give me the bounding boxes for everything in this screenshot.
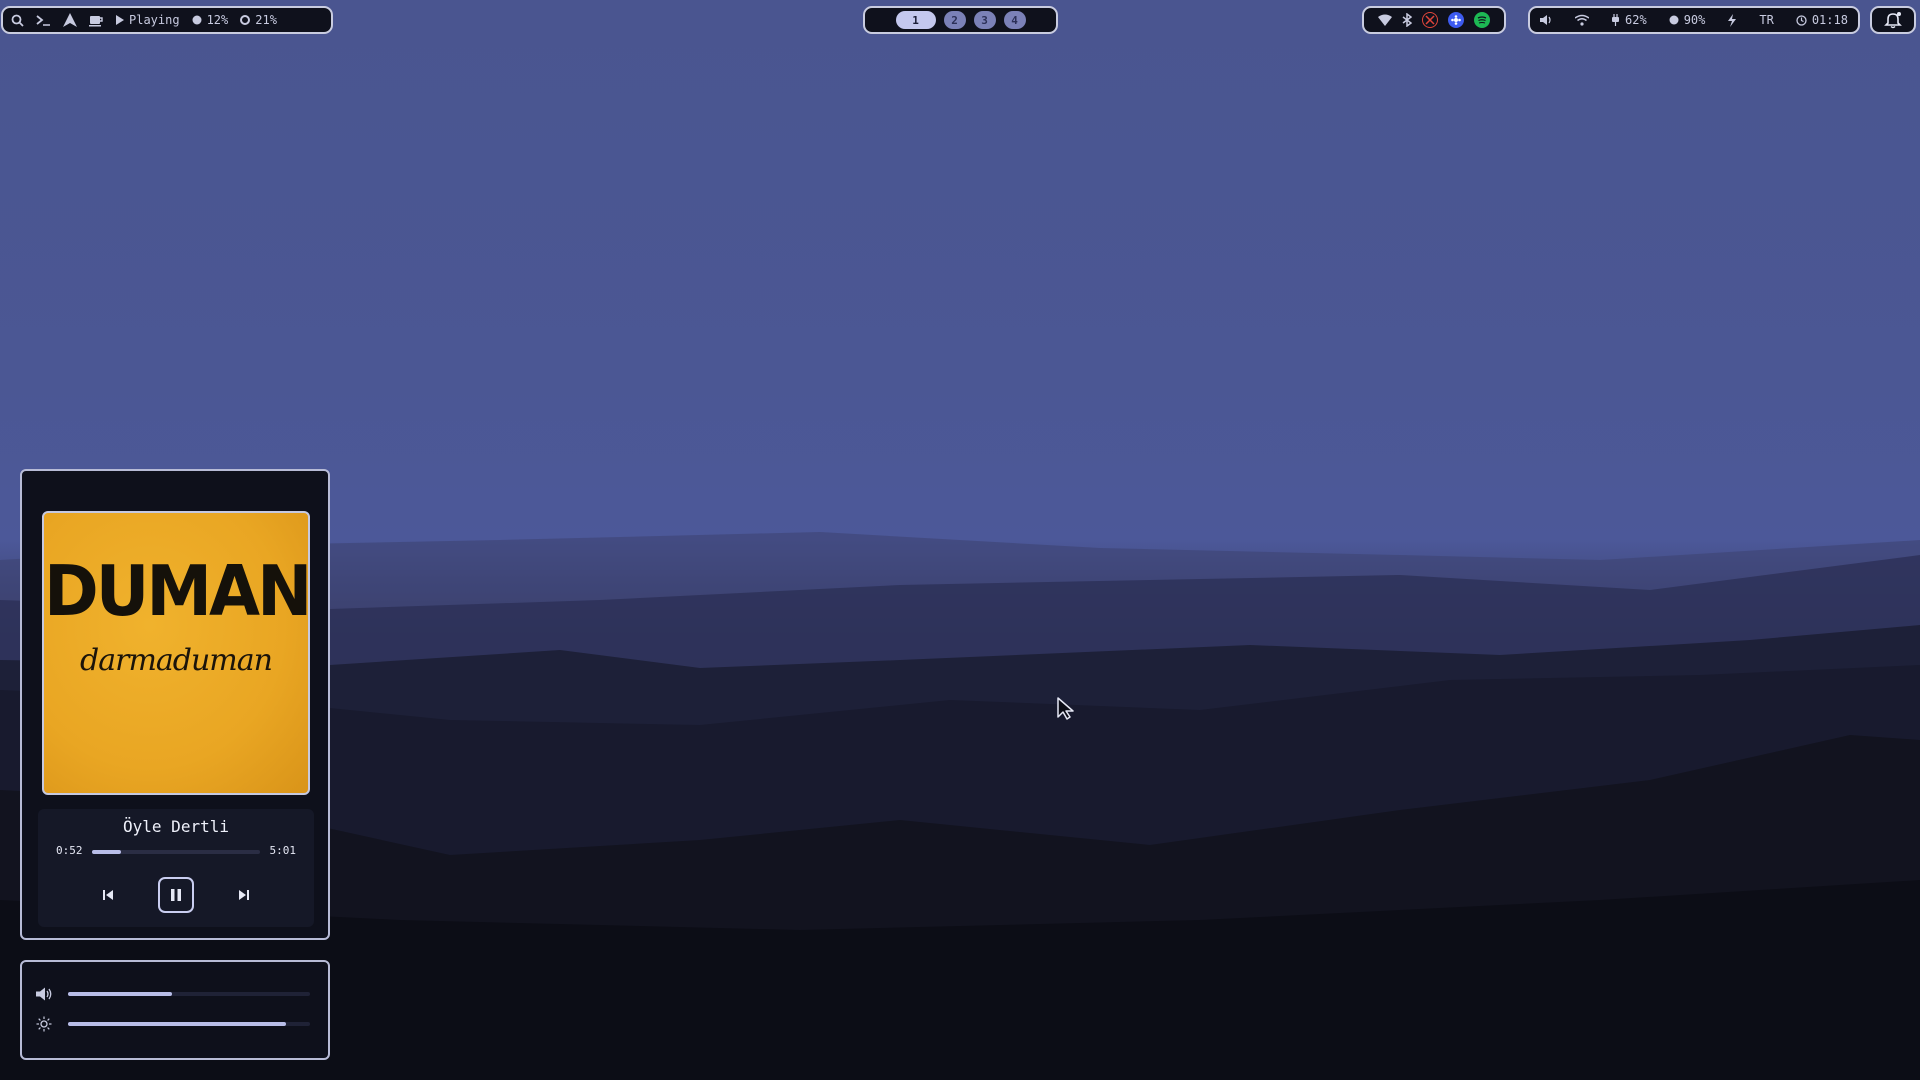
desktop: Playing 12% 21% 1 2 3 4 62% 90% TR 01:18… <box>0 0 1920 1080</box>
workspace-switcher: 1 2 3 4 <box>863 6 1058 34</box>
clock-time: 01:18 <box>1811 13 1848 27</box>
previous-button[interactable] <box>90 877 126 913</box>
sun-icon <box>36 1016 52 1032</box>
brightness-status[interactable]: 90% <box>1669 13 1706 27</box>
media-player: DUMAN darmaduman Öyle Dertli 0:52 5:01 <box>20 469 330 940</box>
quick-sliders <box>20 960 330 1060</box>
memory-usage: 21% <box>240 13 277 27</box>
coffee-icon[interactable] <box>89 14 104 27</box>
cpu-value: 12% <box>206 13 229 27</box>
arch-icon[interactable] <box>63 13 77 27</box>
album-cover: DUMAN darmaduman <box>42 511 310 795</box>
progress-fill <box>92 850 121 854</box>
lightning-icon[interactable] <box>1727 13 1737 27</box>
notification-button[interactable] <box>1870 6 1916 34</box>
clock[interactable]: 01:18 <box>1796 13 1848 27</box>
mouse-cursor-icon <box>1057 697 1074 720</box>
plug-icon <box>1611 14 1620 26</box>
play-icon <box>116 15 124 25</box>
system-tray <box>1362 6 1506 34</box>
album-artist: DUMAN <box>44 551 310 632</box>
track-title: Öyle Dertli <box>123 817 229 836</box>
pause-icon <box>170 888 182 902</box>
volume-slider-row <box>36 984 316 1004</box>
workspace-2[interactable]: 2 <box>943 11 966 29</box>
clock-icon <box>1796 14 1807 26</box>
cpu-icon <box>192 15 202 25</box>
bluetooth-icon[interactable] <box>1402 13 1412 27</box>
brightness-slider[interactable] <box>68 1022 310 1026</box>
time-elapsed: 0:52 <box>56 844 83 857</box>
xrandr-icon[interactable] <box>1422 12 1438 28</box>
skip-forward-icon <box>238 889 250 901</box>
album-title: darmaduman <box>80 643 273 678</box>
battery-status[interactable]: 62% <box>1611 13 1647 27</box>
media-status[interactable]: Playing <box>116 13 180 27</box>
memory-value: 21% <box>255 13 277 27</box>
memory-icon <box>240 15 251 25</box>
battery-value: 62% <box>1625 13 1647 27</box>
workspace-3[interactable]: 3 <box>973 11 996 29</box>
workspace-4[interactable]: 4 <box>1003 11 1026 29</box>
volume-slider[interactable] <box>68 992 310 996</box>
wifi-icon[interactable] <box>1378 14 1392 26</box>
workspace-1[interactable]: 1 <box>895 11 936 29</box>
media-status-label: Playing <box>129 13 180 27</box>
track-info: Öyle Dertli 0:52 5:01 <box>38 809 314 927</box>
search-icon[interactable] <box>11 14 24 27</box>
skip-back-icon <box>102 889 114 901</box>
brightness-slider-fill <box>68 1022 286 1026</box>
time-total: 5:01 <box>269 844 297 857</box>
brightness-slider-row <box>36 1014 316 1034</box>
bell-icon <box>1884 11 1902 29</box>
progress-bar[interactable] <box>92 850 260 854</box>
cpu-usage: 12% <box>192 13 229 27</box>
status-bar: 62% 90% TR 01:18 <box>1528 6 1860 34</box>
topbar-left: Playing 12% 21% <box>1 6 333 34</box>
spotify-icon[interactable] <box>1474 12 1490 28</box>
next-button[interactable] <box>226 877 262 913</box>
volume-slider-fill <box>68 992 173 996</box>
brightness-value: 90% <box>1683 13 1706 27</box>
terminal-icon[interactable] <box>36 14 51 26</box>
keyboard-layout[interactable]: TR <box>1759 13 1773 27</box>
play-pause-button[interactable] <box>158 877 194 913</box>
volume-icon[interactable] <box>1540 14 1553 26</box>
flower-icon[interactable] <box>1448 12 1464 28</box>
speaker-icon <box>36 987 54 1001</box>
brightness-dot-icon <box>1669 15 1679 25</box>
network-icon[interactable] <box>1575 14 1589 26</box>
